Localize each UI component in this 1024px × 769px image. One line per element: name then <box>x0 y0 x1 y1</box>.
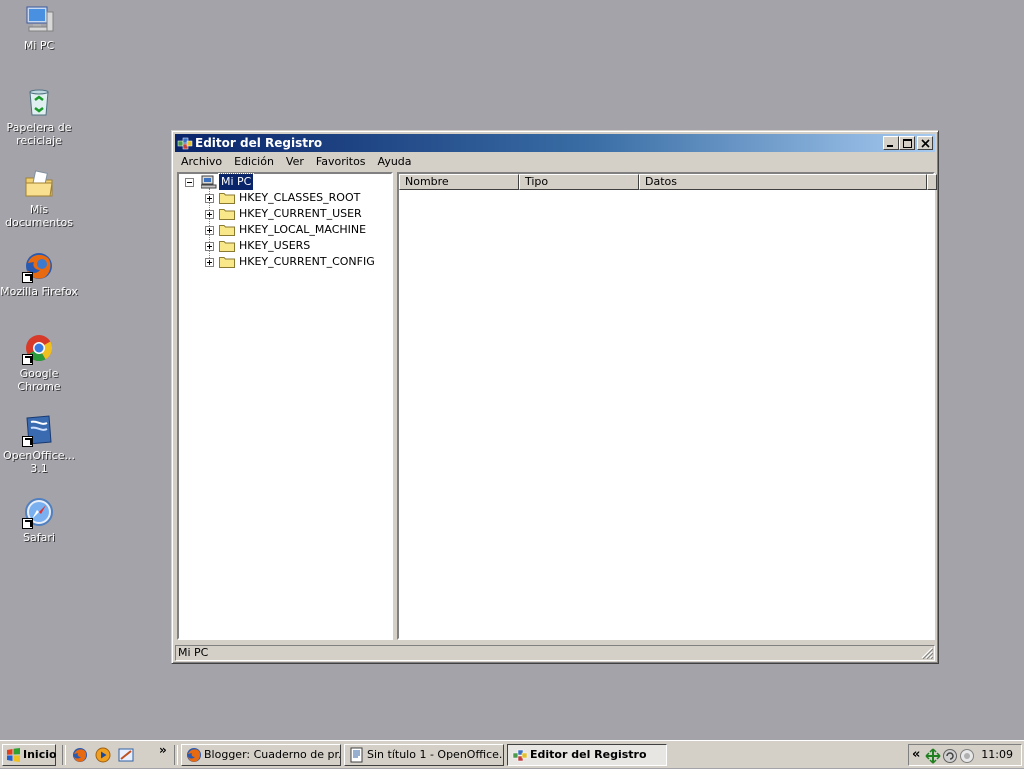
expand-icon[interactable] <box>205 194 214 203</box>
desktop-icon-label: Papelera de reciclaje <box>6 121 72 147</box>
desktop-icon-openoffice[interactable]: OpenOffice... 3.1 <box>0 414 78 475</box>
tree-node-label[interactable]: HKEY_CLASSES_ROOT <box>239 190 360 206</box>
sync-icon[interactable] <box>942 748 958 764</box>
folder-icon <box>219 256 235 268</box>
task-label: Blogger: Cuaderno de pr... <box>204 748 341 761</box>
start-label: Inicio <box>23 748 57 761</box>
menu-bar: Archivo Edición Ver Favoritos Ayuda <box>175 153 935 171</box>
start-button[interactable]: Inicio <box>2 744 57 766</box>
desktop-icon-label: Google Chrome <box>17 367 61 393</box>
status-bar: Mi PC <box>175 644 935 661</box>
column-header-tipo[interactable]: Tipo <box>519 174 639 190</box>
status-text: Mi PC <box>175 645 935 661</box>
desktop-icon-label: Mis documentos <box>5 203 73 229</box>
desktop-icon-label: Safari <box>23 531 55 544</box>
taskbar-separator <box>62 745 66 765</box>
window-title: Editor del Registro <box>195 136 323 150</box>
registry-tree[interactable]: Mi PC HKEY_CLASSES_ROOT HKEY_CURRENT_USE… <box>177 172 393 640</box>
column-header-filler <box>927 174 937 190</box>
column-header-nombre[interactable]: Nombre <box>399 174 519 190</box>
tree-node-label[interactable]: HKEY_LOCAL_MACHINE <box>239 222 366 238</box>
menu-edicion[interactable]: Edición <box>228 153 280 171</box>
menu-ayuda[interactable]: Ayuda <box>372 153 418 171</box>
regedit-icon <box>177 135 193 151</box>
task-button-regedit[interactable]: Editor del Registro <box>507 744 667 766</box>
expand-icon[interactable] <box>205 258 214 267</box>
chrome-icon <box>22 332 55 365</box>
tree-node-label[interactable]: HKEY_USERS <box>239 238 310 254</box>
menu-ver[interactable]: Ver <box>280 153 310 171</box>
task-label: Sin título 1 - OpenOffice.... <box>367 748 504 761</box>
task-label: Editor del Registro <box>530 748 647 761</box>
my-documents-icon <box>23 168 55 200</box>
shortcut-arrow-icon <box>22 354 33 365</box>
minimize-icon <box>887 145 893 147</box>
recycle-bin-icon <box>23 86 55 118</box>
tree-root-label[interactable]: Mi PC <box>217 173 255 191</box>
tray-expand-icon[interactable]: « <box>912 746 920 764</box>
desktop-icon-my-documents[interactable]: Mis documentos <box>0 168 78 229</box>
desktop-icon-firefox[interactable]: Mozilla Firefox <box>0 250 78 298</box>
quicklaunch-more-icon[interactable]: » <box>159 743 167 757</box>
column-header-datos[interactable]: Datos <box>639 174 927 190</box>
shortcut-arrow-icon <box>22 272 33 283</box>
menu-archivo[interactable]: Archivo <box>175 153 228 171</box>
openoffice-writer-icon <box>349 747 365 763</box>
desktop-icon-label: Mi PC <box>23 39 55 52</box>
firefox-icon <box>186 747 202 763</box>
minimize-button[interactable] <box>883 136 899 150</box>
maximize-icon <box>903 139 912 148</box>
network-icon[interactable] <box>925 748 941 764</box>
safari-icon <box>22 496 55 529</box>
resize-grip-icon[interactable] <box>921 647 934 660</box>
close-button[interactable] <box>917 136 933 150</box>
close-icon <box>921 139 930 148</box>
desktop-icon-label: Mozilla Firefox <box>0 285 78 298</box>
registry-editor-window: Editor del Registro Archivo Edición Ver … <box>171 130 939 664</box>
task-button-blogger[interactable]: Blogger: Cuaderno de pr... <box>181 744 341 766</box>
values-list[interactable]: Nombre Tipo Datos <box>397 172 937 640</box>
computer-icon <box>200 175 217 189</box>
window-titlebar[interactable]: Editor del Registro <box>175 134 935 152</box>
taskbar: Inicio » Blogger: Cuaderno de pr... Sin … <box>0 740 1024 768</box>
taskbar-separator <box>174 745 178 765</box>
maximize-button[interactable] <box>899 136 915 150</box>
quicklaunch-firefox-icon[interactable] <box>72 747 88 763</box>
folder-icon <box>219 192 235 204</box>
quicklaunch-show-desktop-icon[interactable] <box>118 747 134 763</box>
tree-node-label[interactable]: HKEY_CURRENT_CONFIG <box>239 254 375 270</box>
messenger-icon[interactable] <box>959 748 975 764</box>
desktop-icon-chrome[interactable]: Google Chrome <box>0 332 78 393</box>
clock: 11:09 <box>981 748 1013 761</box>
expand-icon[interactable] <box>205 210 214 219</box>
content-panes: Mi PC HKEY_CLASSES_ROOT HKEY_CURRENT_USE… <box>175 171 937 643</box>
folder-icon <box>219 208 235 220</box>
desktop-icon-label: OpenOffice... 3.1 <box>3 449 75 475</box>
desktop-icon-my-computer[interactable]: Mi PC <box>0 4 78 52</box>
desktop-icon-safari[interactable]: Safari <box>0 496 78 544</box>
folder-icon <box>219 224 235 236</box>
regedit-icon <box>512 747 528 763</box>
windows-logo-icon <box>6 748 21 762</box>
shortcut-arrow-icon <box>22 436 33 447</box>
tree-node-label[interactable]: HKEY_CURRENT_USER <box>239 206 362 222</box>
shortcut-arrow-icon <box>22 518 33 529</box>
window-controls <box>883 136 933 150</box>
task-button-openoffice[interactable]: Sin título 1 - OpenOffice.... <box>344 744 504 766</box>
folder-icon <box>219 240 235 252</box>
system-tray: « 11:09 <box>908 744 1022 766</box>
expand-icon[interactable] <box>205 242 214 251</box>
expand-icon[interactable] <box>205 226 214 235</box>
desktop-icon-recycle-bin[interactable]: Papelera de reciclaje <box>0 86 78 147</box>
collapse-icon[interactable] <box>185 178 194 187</box>
menu-favoritos[interactable]: Favoritos <box>310 153 372 171</box>
quicklaunch-media-player-icon[interactable] <box>95 747 111 763</box>
my-computer-icon <box>23 4 55 36</box>
openoffice-icon <box>22 414 55 447</box>
firefox-icon <box>22 250 55 283</box>
